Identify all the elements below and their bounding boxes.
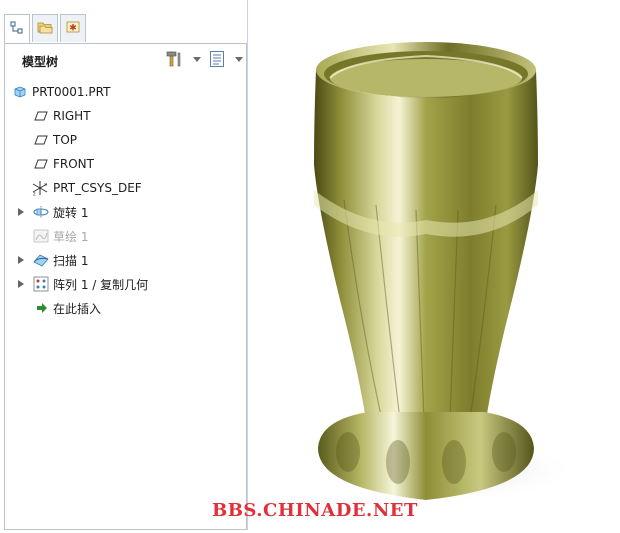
- tree-item-label: 旋转 1: [53, 205, 89, 220]
- tree-item-label: 草绘 1: [53, 229, 89, 244]
- tree-item-label: TOP: [53, 133, 78, 147]
- chevron-down-icon[interactable]: [193, 57, 201, 62]
- insert-here-arrow-icon: [33, 299, 51, 317]
- svg-text:z: z: [33, 192, 36, 197]
- part-icon: [11, 83, 29, 101]
- sweep-icon: [32, 251, 50, 269]
- tree-item-label: PRT_CSYS_DEF: [53, 181, 142, 195]
- watermark-text: BBS.CHINADE.NET: [212, 500, 418, 521]
- tree-item-csys[interactable]: x z PRT_CSYS_DEF: [5, 177, 246, 199]
- show-columns-button[interactable]: [207, 50, 227, 70]
- expand-arrow-icon[interactable]: [17, 255, 25, 265]
- tree-item-right[interactable]: RIGHT: [5, 105, 246, 127]
- tab-model-tree[interactable]: [4, 14, 30, 44]
- tree-item-front[interactable]: FRONT: [5, 153, 246, 175]
- tab-folder-browser[interactable]: [32, 14, 58, 42]
- vase-model-3d: [314, 42, 578, 502]
- tree-item-root[interactable]: PRT0001.PRT: [5, 81, 246, 103]
- favorites-icon: ✱: [66, 20, 80, 37]
- tree-item-label: PRT0001.PRT: [32, 85, 111, 99]
- tree-item-label: 阵列 1 / 复制几何: [53, 277, 149, 292]
- tree-item-pattern[interactable]: 阵列 1 / 复制几何: [5, 273, 246, 295]
- pattern-icon: [32, 275, 50, 293]
- hammer-icon: [166, 50, 184, 71]
- expand-arrow-icon[interactable]: [17, 279, 25, 289]
- model-tree-panel: 模型树 PRT0001.PRT RIGHT TOP FRONT x z PRT_…: [4, 43, 247, 530]
- tree-item-label: 在此插入: [53, 301, 102, 316]
- svg-text:x: x: [44, 182, 47, 188]
- svg-text:✱: ✱: [69, 24, 77, 34]
- sketch-icon: [32, 227, 50, 245]
- datum-plane-icon: [32, 155, 50, 173]
- tree-item-revolve[interactable]: 旋转 1: [5, 201, 246, 223]
- tree-item-label: RIGHT: [53, 109, 91, 123]
- settings-tools-button[interactable]: [165, 50, 185, 70]
- tree-item-sketch[interactable]: 草绘 1: [5, 225, 246, 247]
- datum-plane-icon: [32, 131, 50, 149]
- tab-favorites[interactable]: ✱: [60, 14, 86, 42]
- panel-tabs: ✱: [4, 14, 244, 44]
- tree-item-insert-here[interactable]: 在此插入: [5, 297, 246, 319]
- tree-item-top[interactable]: TOP: [5, 129, 246, 151]
- left-panel: ✱ 模型树 PRT0001.PRT RIGHT TOP FRONT x z PR…: [0, 0, 248, 530]
- expand-arrow-icon[interactable]: [17, 207, 25, 217]
- chevron-down-icon[interactable]: [235, 57, 243, 62]
- tree-item-label: 扫描 1: [53, 253, 89, 268]
- tree-item-label: FRONT: [53, 157, 94, 171]
- graphics-viewport[interactable]: [248, 0, 620, 530]
- model-tree-icon: [10, 21, 24, 38]
- tree-title: 模型树: [22, 55, 59, 69]
- datum-plane-icon: [32, 107, 50, 125]
- folder-browser-icon: [37, 20, 53, 37]
- coordinate-system-icon: x z: [31, 179, 49, 197]
- revolve-icon: [32, 203, 50, 221]
- tree-header: 模型树: [5, 44, 246, 76]
- list-settings-icon: [209, 50, 225, 71]
- tree-item-sweep[interactable]: 扫描 1: [5, 249, 246, 271]
